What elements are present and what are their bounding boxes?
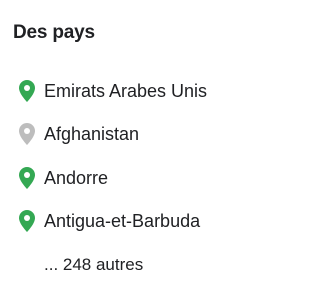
more-countries-link[interactable]: ... 248 autres bbox=[44, 254, 143, 276]
map-pin-icon bbox=[17, 209, 37, 233]
country-label: Emirats Arabes Unis bbox=[44, 81, 208, 101]
country-label: Afghanistan bbox=[44, 124, 140, 144]
map-pin-icon bbox=[17, 122, 37, 146]
country-item-afghanistan[interactable]: Afghanistan bbox=[17, 119, 139, 149]
country-item-andorre[interactable]: Andorre bbox=[17, 163, 108, 193]
country-item-emirats-arabes-unis[interactable]: Emirats Arabes Unis bbox=[17, 76, 207, 106]
section-title: Des pays bbox=[13, 22, 95, 43]
map-pin-icon bbox=[17, 166, 37, 190]
countries-panel: Des pays Emirats Arabes Unis Afghanistan bbox=[0, 0, 300, 300]
country-label: Antigua-et-Barbuda bbox=[44, 211, 201, 231]
map-pin-icon bbox=[17, 79, 37, 103]
country-label: Andorre bbox=[44, 168, 109, 188]
country-item-antigua-et-barbuda[interactable]: Antigua-et-Barbuda bbox=[17, 206, 200, 236]
